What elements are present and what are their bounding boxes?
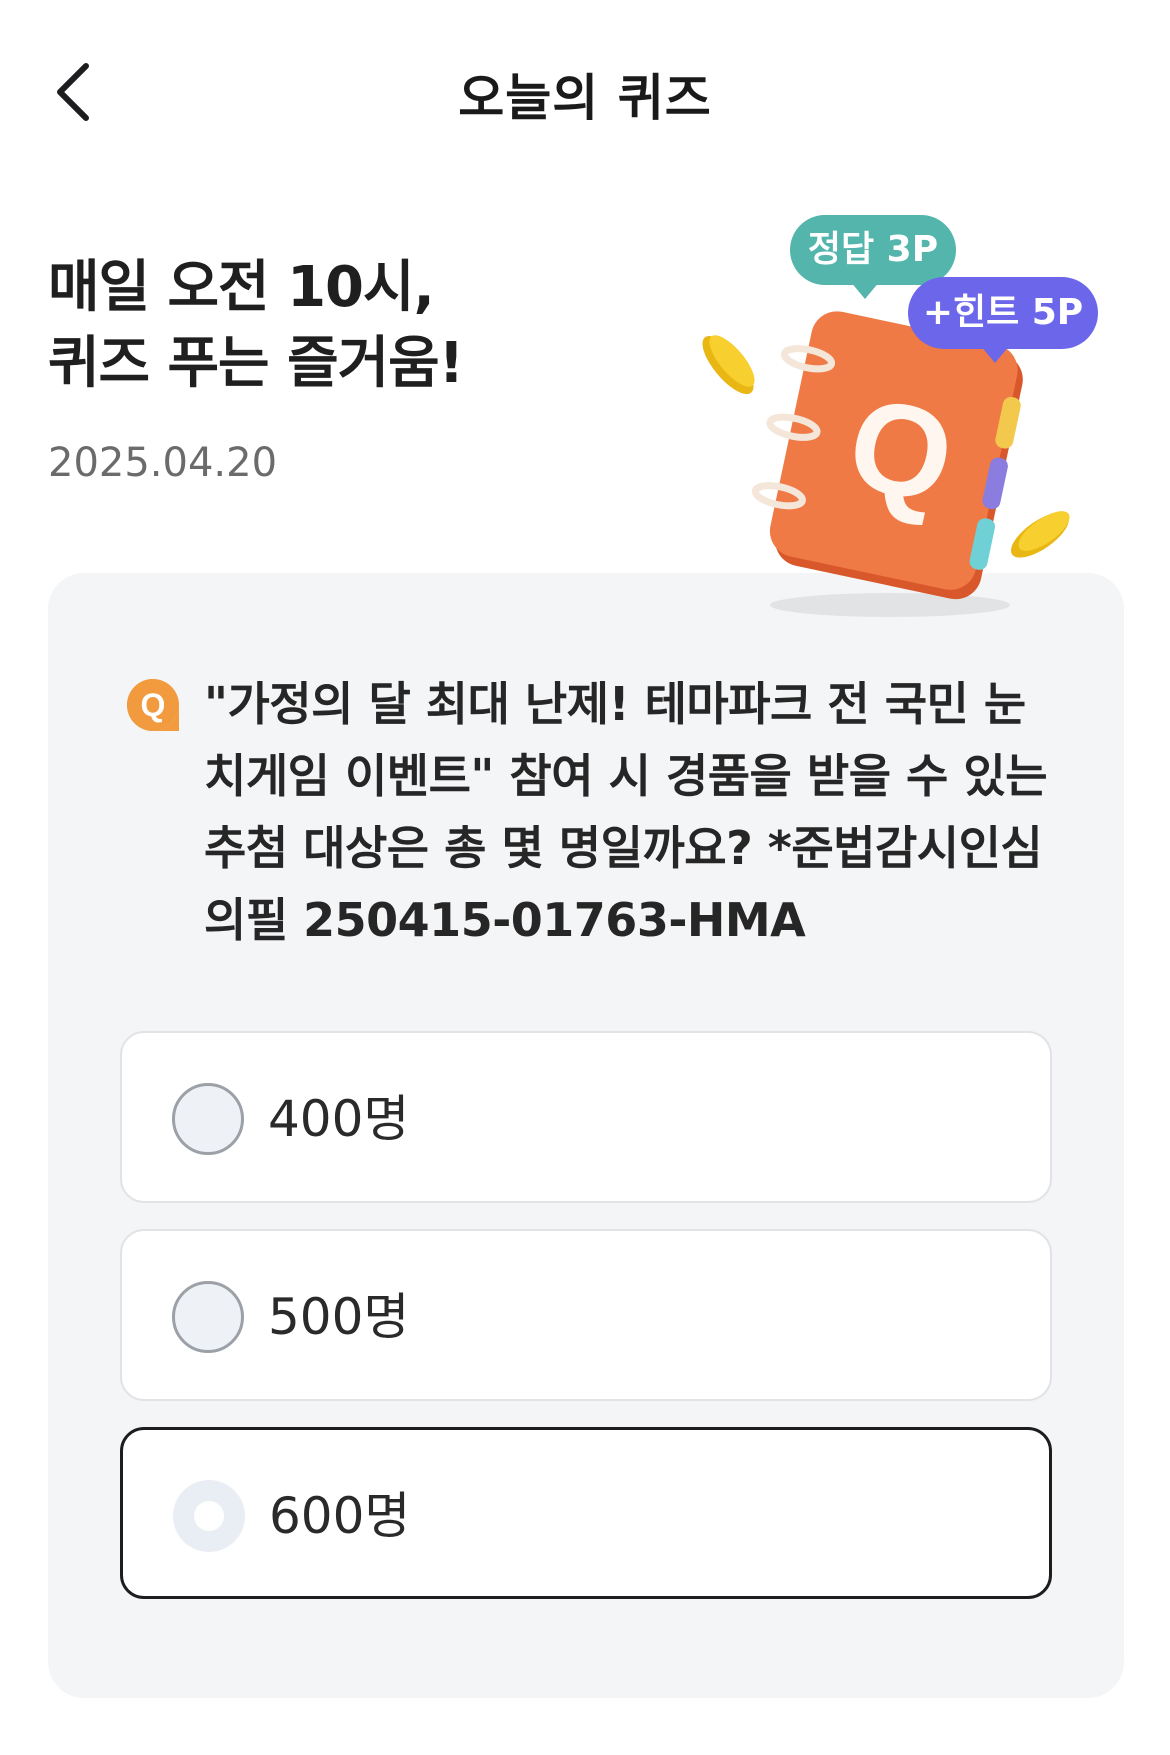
question-line: 추첨 대상은 총 몇 명일까요? *준법감시인심 (204, 821, 1043, 875)
q-badge-icon: Q (127, 679, 179, 731)
answer-option-500[interactable]: 500명 (120, 1229, 1052, 1401)
option-label: 500명 (268, 1288, 410, 1346)
radio-button[interactable] (172, 1281, 244, 1353)
option-label: 600명 (269, 1487, 411, 1545)
bubble-tail-icon (980, 345, 1010, 363)
question-line: 의필 250415-01763-HMA (204, 893, 806, 947)
question-line: "가정의 달 최대 난제! 테마파크 전 국민 눈 (204, 677, 1026, 731)
question-text: "가정의 달 최대 난제! 테마파크 전 국민 눈 치게임 이벤트" 참여 시 … (204, 668, 1084, 956)
radio-button[interactable] (172, 1083, 244, 1155)
answer-points-label: 정답 3P (807, 229, 939, 270)
hint-points-label: +힌트 5P (922, 292, 1084, 333)
hero-line-2: 퀴즈 푸는 즐거움! (48, 331, 464, 396)
q-badge-letter: Q (141, 687, 166, 723)
coin-icon (702, 335, 755, 395)
quiz-illustration: Q 정답 3P +힌트 5P (690, 205, 1120, 625)
coin-icon (1011, 511, 1070, 558)
header: 오늘의 퀴즈 (0, 0, 1170, 180)
page-title: 오늘의 퀴즈 (458, 69, 712, 127)
answer-option-600[interactable]: 600명 (120, 1427, 1052, 1599)
question-line: 치게임 이벤트" 참여 시 경품을 받을 수 있는 (204, 749, 1048, 803)
quiz-date: 2025.04.20 (48, 440, 278, 486)
hero-heading: 매일 오전 10시, 퀴즈 푸는 즐거움! (48, 250, 464, 402)
quiz-card: Q "가정의 달 최대 난제! 테마파크 전 국민 눈 치게임 이벤트" 참여 … (48, 573, 1124, 1698)
answer-option-400[interactable]: 400명 (120, 1031, 1052, 1203)
option-label: 400명 (268, 1090, 410, 1148)
radio-button-selected[interactable] (173, 1480, 245, 1552)
hero-line-1: 매일 오전 10시, (48, 255, 435, 320)
answer-points-bubble: 정답 3P (790, 215, 956, 285)
bubble-tail-icon (850, 281, 880, 299)
hint-points-bubble: +힌트 5P (908, 277, 1098, 349)
